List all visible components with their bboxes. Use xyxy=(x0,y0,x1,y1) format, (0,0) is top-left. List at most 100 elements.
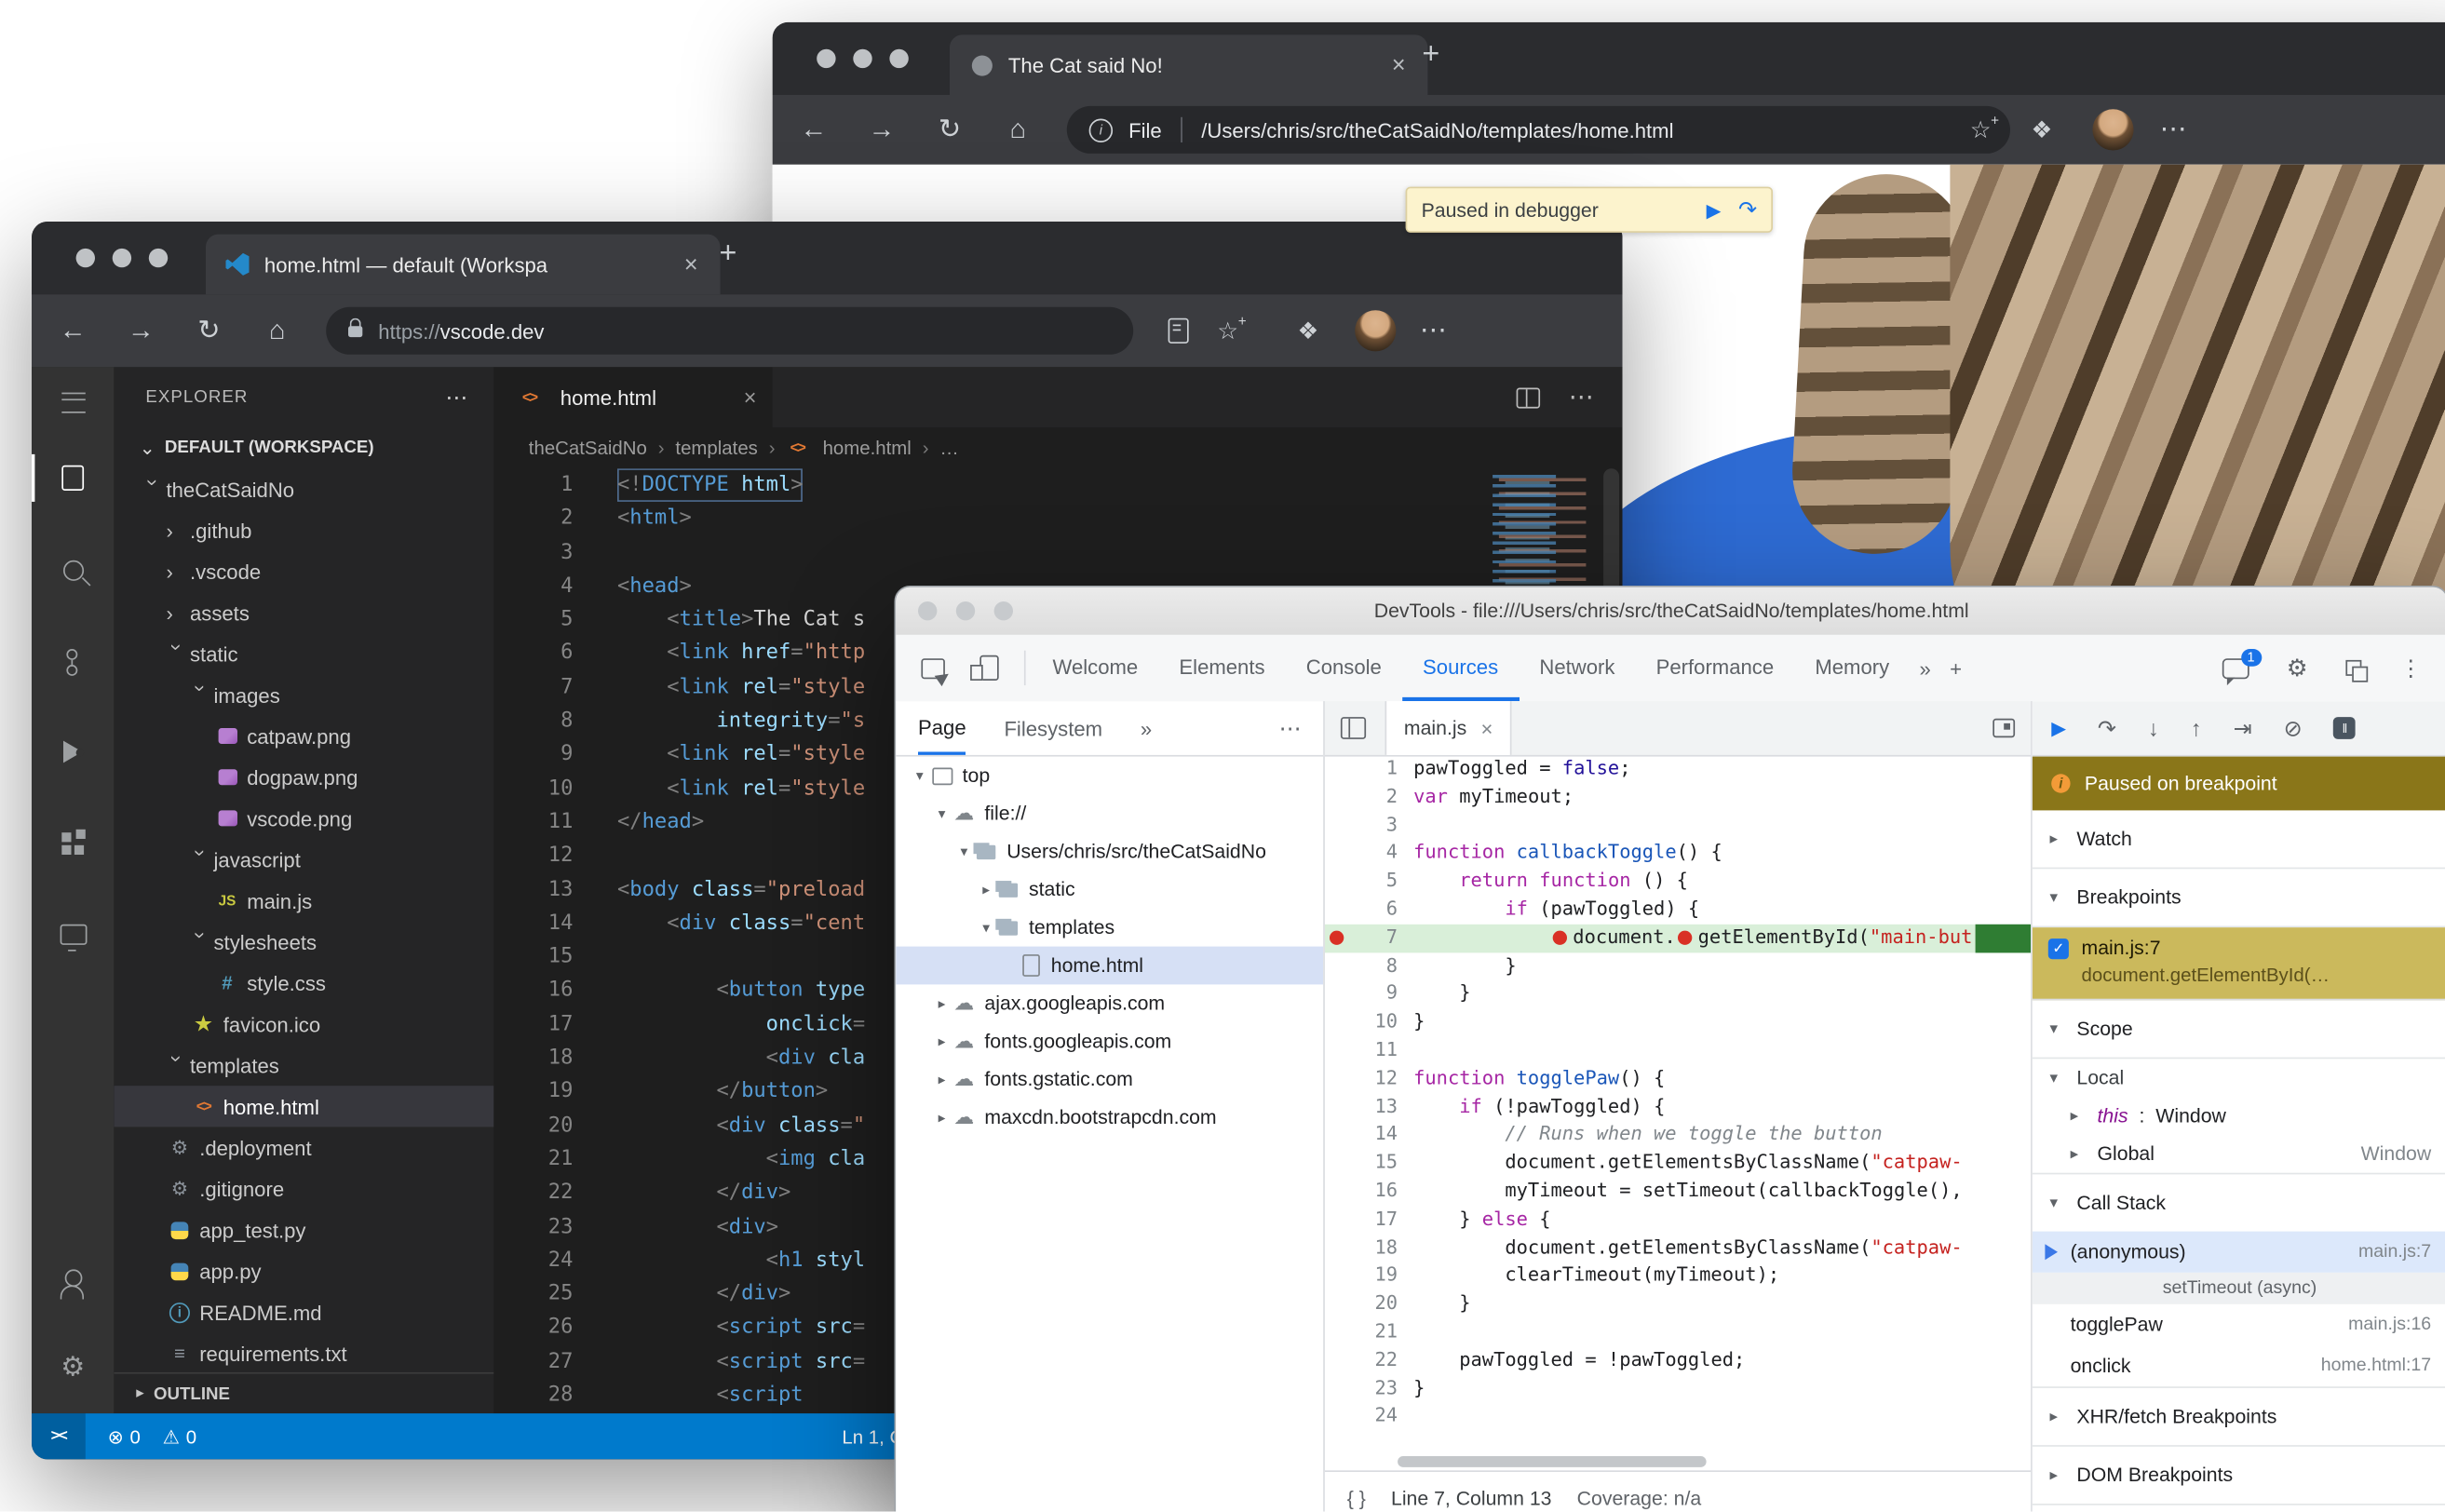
devtools-tab-sources[interactable]: Sources xyxy=(1402,635,1519,701)
close-button[interactable] xyxy=(817,48,836,69)
devtools-tab-console[interactable]: Console xyxy=(1286,635,1402,701)
hide-navigator-icon[interactable] xyxy=(1340,717,1367,739)
source-tree-item-file://[interactable]: ▾ file:// xyxy=(896,794,1323,832)
home-button[interactable]: ⌂ xyxy=(991,114,1045,145)
explorer-item-app.py[interactable]: app.py xyxy=(114,1250,493,1291)
issues-icon[interactable]: 1 xyxy=(2222,648,2262,685)
remote-explorer-activity-button[interactable] xyxy=(32,902,114,965)
address-bar[interactable]: https://vscode.dev xyxy=(326,306,1134,355)
more-tabs-icon[interactable]: » xyxy=(1910,656,1940,681)
browser-menu-button[interactable]: ⋯ xyxy=(1406,315,1460,346)
resume-script-icon[interactable]: ▶ xyxy=(2051,717,2066,739)
navigator-tab-page[interactable]: Page xyxy=(918,701,966,755)
source-code-viewer[interactable]: 1 pawToggled = false; 2 var myTimeout; 3 4 fun… xyxy=(1324,755,2032,1453)
code-line-10[interactable]: 10} xyxy=(1325,1008,2031,1036)
bookmark-icon[interactable]: ☆ xyxy=(1970,113,2000,144)
browser-menu-button[interactable]: ⋯ xyxy=(2146,114,2200,145)
source-tree-item-fonts.gstatic.com[interactable]: ▸ fonts.gstatic.com xyxy=(896,1060,1323,1099)
new-tab-button[interactable]: + xyxy=(1412,38,1450,73)
problems-warnings[interactable]: ⚠ 0 xyxy=(163,1425,196,1448)
devtools-tab-welcome[interactable]: Welcome xyxy=(1032,635,1158,701)
code-line-24[interactable]: 24 xyxy=(1325,1403,2031,1431)
editor-tab-home-html[interactable]: <> home.html × xyxy=(493,367,773,427)
scope-this-row[interactable]: ▸ this: Window xyxy=(2033,1097,2445,1135)
address-bar[interactable]: i File /Users/chris/src/theCatSaidNo/tem… xyxy=(1066,105,2010,154)
step-over-icon[interactable]: ↷ xyxy=(1738,196,1757,223)
code-line-23[interactable]: 23} xyxy=(1325,1375,2031,1403)
code-line-14[interactable]: 14 // Runs when we toggle the button xyxy=(1325,1121,2031,1149)
add-panel-icon[interactable]: + xyxy=(1940,656,1971,681)
code-line-5[interactable]: 5 return function () { xyxy=(1325,868,2031,896)
devtools-tab-network[interactable]: Network xyxy=(1519,635,1635,701)
explorer-actions-icon[interactable]: ⋯ xyxy=(445,384,468,411)
explorer-item-assets[interactable]: › assets xyxy=(114,592,493,633)
page-icon[interactable] xyxy=(1168,317,1189,344)
step-over-icon[interactable]: ↷ xyxy=(2098,715,2116,742)
reload-button[interactable]: ↻ xyxy=(182,315,236,346)
zoom-button[interactable] xyxy=(889,48,909,69)
explorer-item-.gitignore[interactable]: ⚙ .gitignore xyxy=(114,1168,493,1209)
minimize-button[interactable] xyxy=(853,48,872,69)
pretty-print-icon[interactable]: { } xyxy=(1347,1487,1366,1509)
extensions-activity-button[interactable] xyxy=(32,812,114,875)
code-line-19[interactable]: 19 clearTimeout(myTimeout); xyxy=(1325,1262,2031,1289)
source-tree-item-top[interactable]: ▾ top xyxy=(896,757,1323,795)
callstack-frame-anonymous[interactable]: (anonymous) main.js:7 xyxy=(2032,1231,2445,1273)
scope-section-header[interactable]: ▾ Scope xyxy=(2032,1000,2445,1060)
explorer-item-.github[interactable]: › .github xyxy=(114,509,493,550)
source-tab-main-js[interactable]: main.js × xyxy=(1385,701,1512,755)
breadcrumb-item[interactable]: theCatSaidNo xyxy=(529,437,647,459)
step-icon[interactable]: ⇥ xyxy=(2234,715,2252,742)
extensions-icon[interactable]: ❖ xyxy=(2010,115,2074,144)
inline-breakpoint-icon[interactable] xyxy=(1552,930,1567,945)
code-line-17[interactable]: 17 } else { xyxy=(1325,1206,2031,1234)
reload-button[interactable]: ↻ xyxy=(923,114,977,145)
device-toolbar-icon[interactable] xyxy=(970,655,999,681)
bookmark-icon[interactable]: ☆ xyxy=(1217,314,1247,345)
code-line-22[interactable]: 22 pawToggled = !pawToggled; xyxy=(1325,1346,2031,1374)
info-icon[interactable]: i xyxy=(1088,117,1114,142)
settings-button[interactable]: ⚙ xyxy=(32,1336,114,1399)
new-tab-button[interactable]: + xyxy=(709,237,748,272)
explorer-item-README.md[interactable]: i README.md xyxy=(114,1291,493,1332)
devtools-menu-icon[interactable]: ⋮ xyxy=(2399,655,2422,682)
code-line-16[interactable]: 16 myTimeout = setTimeout(callbackToggle… xyxy=(1325,1178,2031,1206)
forward-button[interactable]: → xyxy=(114,315,168,346)
close-button[interactable] xyxy=(918,601,938,621)
extensions-icon[interactable]: ❖ xyxy=(1277,317,1340,345)
code-line-3[interactable]: 3 xyxy=(1325,811,2031,839)
back-button[interactable]: ← xyxy=(787,114,841,145)
avatar[interactable] xyxy=(2092,109,2134,151)
explorer-item-static[interactable]: › static xyxy=(114,633,493,674)
explorer-activity-button[interactable] xyxy=(32,446,114,509)
explorer-item-javascript[interactable]: › javascript xyxy=(114,839,493,880)
run-debug-activity-button[interactable] xyxy=(32,721,114,784)
code-line-12[interactable]: 12 function togglePaw() { xyxy=(1325,1065,2031,1093)
close-button[interactable] xyxy=(75,248,95,268)
navigator-more-tabs-icon[interactable]: » xyxy=(1141,716,1152,740)
source-control-activity-button[interactable] xyxy=(32,630,114,694)
inline-breakpoint-icon[interactable] xyxy=(1677,930,1692,945)
close-tab-icon[interactable]: × xyxy=(678,250,705,277)
code-line-6[interactable]: 6 if (pawToggled) { xyxy=(1325,896,2031,924)
layout-icon[interactable] xyxy=(2345,659,2369,682)
explorer-item-images[interactable]: › images xyxy=(114,674,493,715)
xhr-breakpoints-section-header[interactable]: ▸ XHR/fetch Breakpoints xyxy=(2032,1388,2445,1447)
breadcrumb-item[interactable]: home.html xyxy=(823,437,912,459)
open-in-panel-icon[interactable] xyxy=(1992,718,2016,738)
back-button[interactable]: ← xyxy=(46,315,100,346)
code-line-13[interactable]: 13 if (!pawToggled) { xyxy=(1325,1093,2031,1121)
horizontal-scrollbar[interactable] xyxy=(1325,1453,2031,1472)
code-line-18[interactable]: 18 document.getElementsByClassName("catp… xyxy=(1325,1234,2031,1262)
inspect-element-icon[interactable] xyxy=(921,657,945,679)
explorer-item-.deployment[interactable]: ⚙ .deployment xyxy=(114,1127,493,1168)
code-line-2[interactable]: 2 var myTimeout; xyxy=(1325,783,2031,811)
close-source-tab-icon[interactable]: × xyxy=(1481,716,1493,740)
forward-button[interactable]: → xyxy=(855,114,909,145)
step-into-icon[interactable]: ↓ xyxy=(2148,715,2159,740)
workspace-section-header[interactable]: ⌄ DEFAULT (WORKSPACE) xyxy=(114,427,493,468)
search-activity-button[interactable] xyxy=(32,538,114,601)
browser-tab[interactable]: The Cat said No! × xyxy=(950,34,1428,95)
minimize-button[interactable] xyxy=(112,248,132,268)
outline-section[interactable]: ▸ OUTLINE xyxy=(114,1371,494,1414)
